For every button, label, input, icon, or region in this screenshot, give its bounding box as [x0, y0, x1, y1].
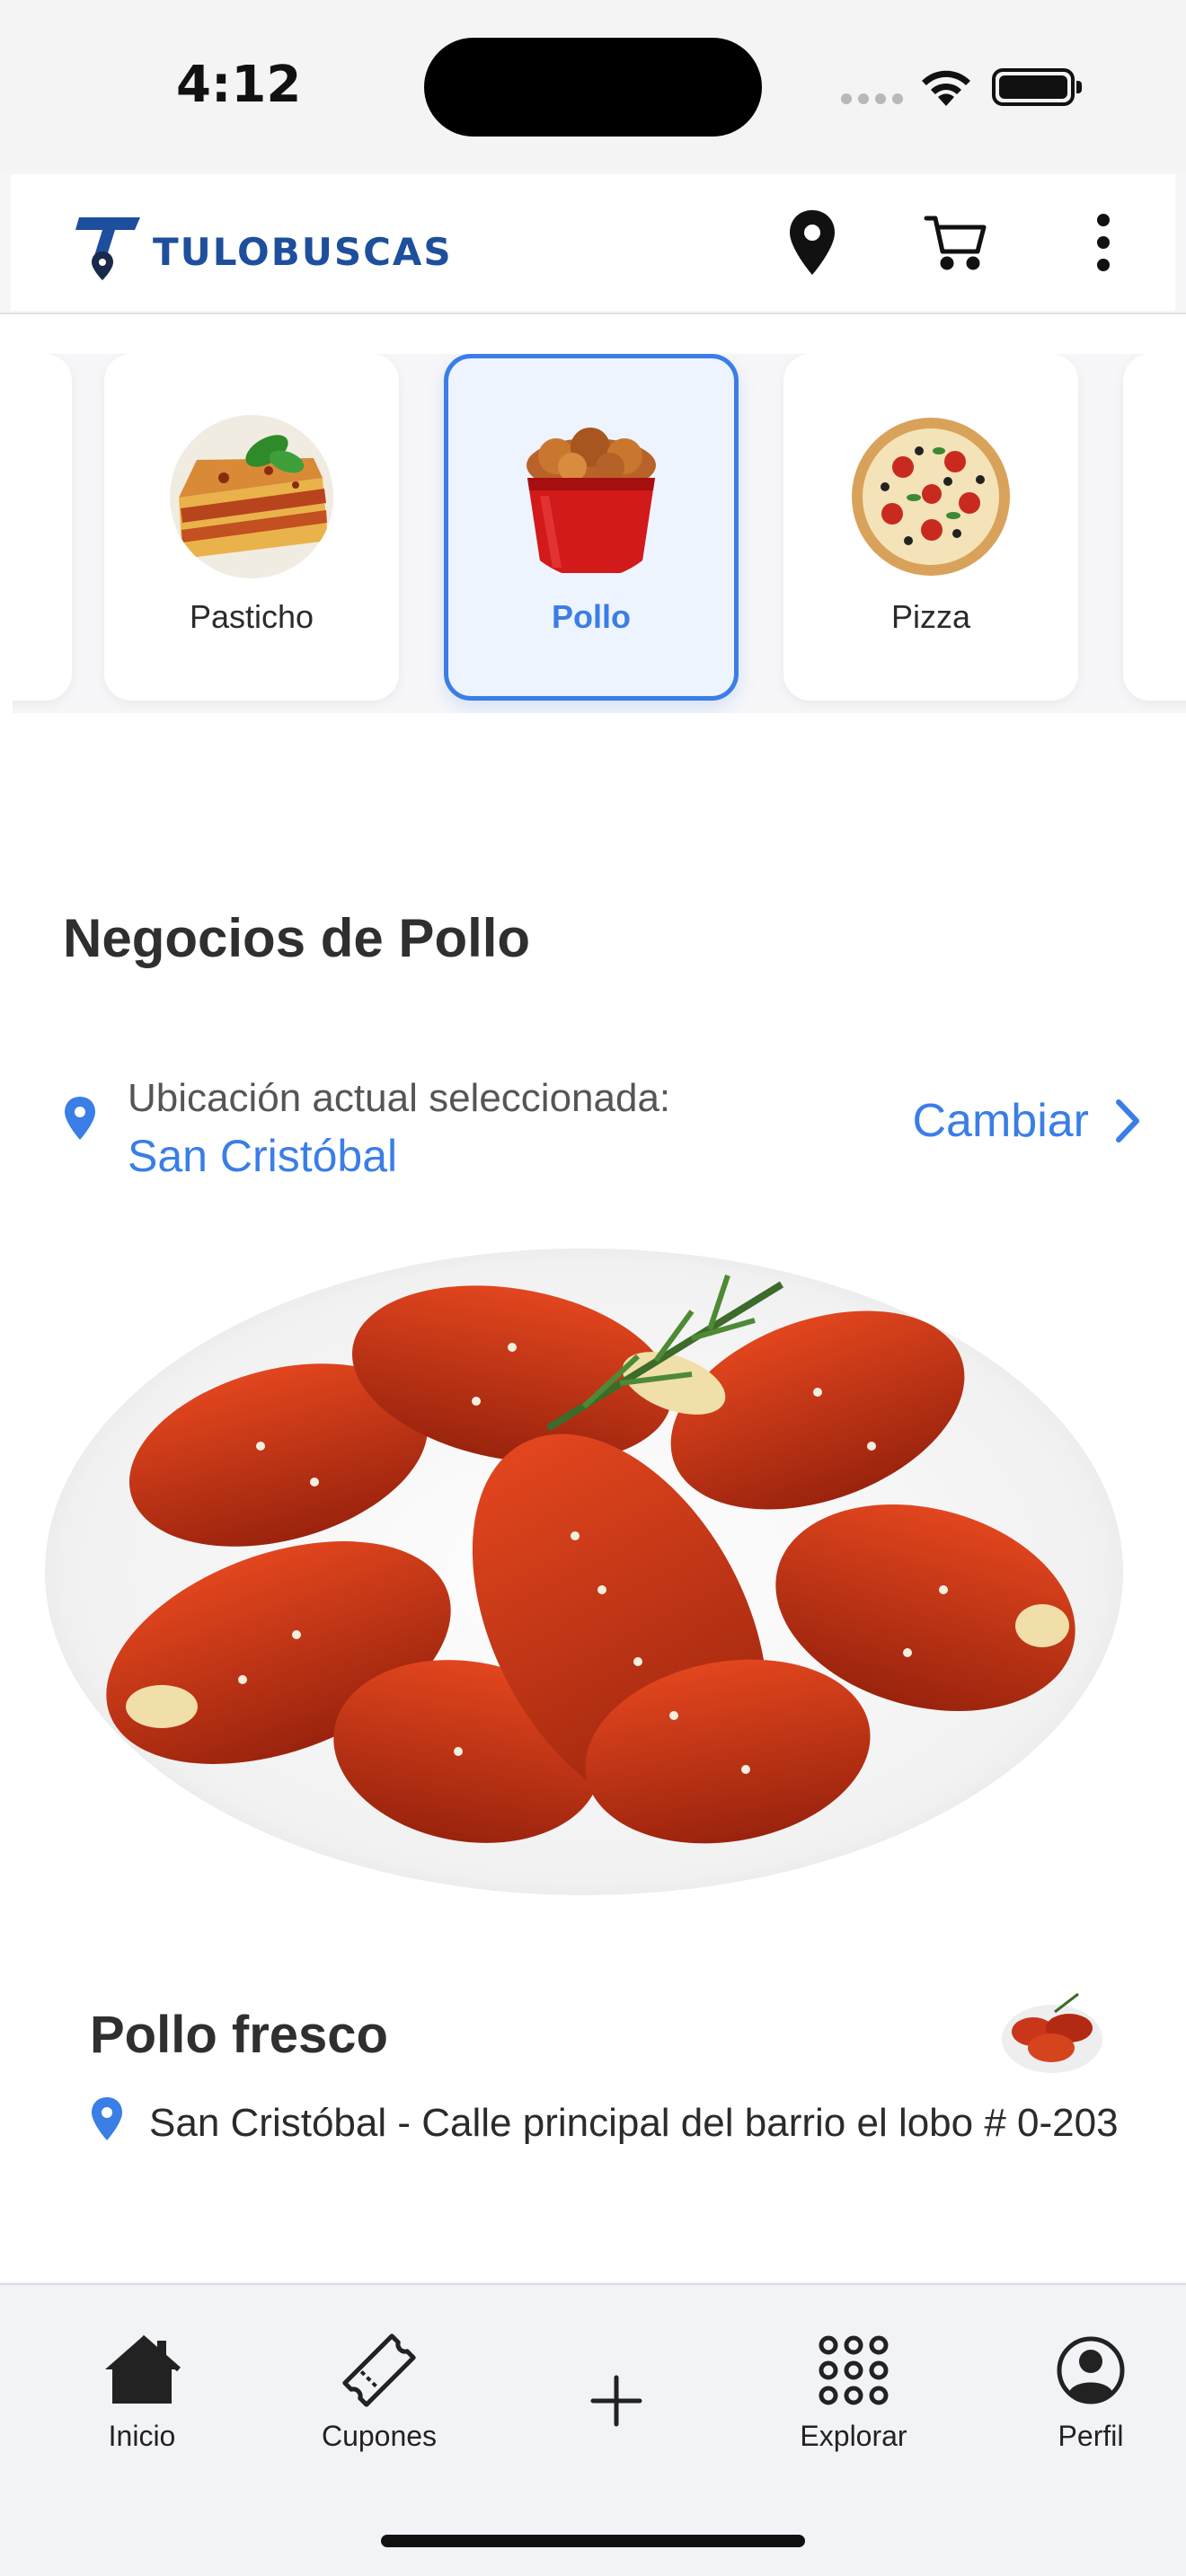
location-value: San Cristóbal [128, 1131, 398, 1181]
business-address: San Cristóbal - Calle principal del barr… [90, 2096, 1132, 2150]
location-pin-icon[interactable] [776, 207, 848, 278]
logo-mark-icon [75, 217, 140, 280]
pollo-bucket-image [509, 415, 673, 578]
wifi-icon [922, 70, 970, 106]
ticket-icon [339, 2330, 420, 2411]
tab-cupones[interactable]: Cupones [289, 2330, 469, 2453]
business-name: Pollo fresco [90, 2006, 388, 2064]
category-card-partial-right[interactable] [1123, 354, 1186, 701]
pasticho-image [170, 415, 333, 578]
location-pin-icon [92, 2097, 122, 2140]
pizza-image [849, 415, 1013, 578]
status-bar: 4:12 [0, 0, 1186, 171]
chevron-right-icon [1116, 1099, 1139, 1142]
business-card[interactable]: Pollo fresco San Cristóbal - Calle princ… [36, 1248, 1150, 2183]
home-indicator[interactable] [381, 2535, 805, 2547]
plus-icon [576, 2360, 657, 2441]
user-circle-icon [1050, 2330, 1131, 2411]
category-label: Pasticho [189, 598, 314, 635]
tab-label: Inicio [108, 2420, 176, 2452]
category-card-pollo[interactable]: Pollo [444, 354, 739, 701]
tab-label: Explorar [800, 2420, 907, 2452]
tab-label: Cupones [321, 2420, 438, 2452]
change-location-label: Cambiar [912, 1095, 1090, 1147]
bottom-tab-bar: Inicio Cupones Explorar Perfil [0, 2283, 1186, 2576]
category-label: Pollo [552, 598, 631, 635]
main-content: Pasticho Pollo Pizza Negocios de Pollo U… [0, 314, 1186, 2281]
logo-text: TULOBUSCAS [153, 229, 453, 274]
change-location-button[interactable]: Cambiar [913, 1094, 1142, 1148]
more-vertical-icon[interactable] [1067, 207, 1139, 278]
tab-label: Perfil [1058, 2420, 1124, 2452]
dynamic-island [424, 38, 762, 137]
signal-icon [841, 93, 903, 104]
home-icon [102, 2330, 182, 2411]
section-title: Negocios de Pollo [63, 908, 531, 968]
category-card-pasticho[interactable]: Pasticho [104, 354, 399, 701]
business-avatar [999, 1976, 1105, 2082]
cart-icon[interactable] [920, 207, 992, 278]
category-card-partial-left[interactable] [13, 354, 72, 701]
location-selector: Ubicación actual seleccionada: San Crist… [63, 1069, 1141, 1186]
tab-perfil[interactable]: Perfil [1001, 2330, 1181, 2453]
category-label: Pizza [890, 598, 971, 635]
tab-inicio[interactable]: Inicio [52, 2330, 232, 2453]
status-time: 4:12 [176, 56, 302, 114]
location-label: Ubicación actual seleccionada: [128, 1076, 671, 1120]
location-pin-icon [65, 1097, 95, 1140]
category-carousel[interactable]: Pasticho Pollo Pizza [13, 354, 1186, 713]
tab-explorar[interactable]: Explorar [764, 2330, 943, 2453]
grid-dots-icon [813, 2330, 894, 2411]
tab-add[interactable] [527, 2330, 706, 2450]
category-card-pizza[interactable]: Pizza [783, 354, 1078, 701]
business-cover-image [45, 1248, 1123, 1895]
brand-logo[interactable]: TULOBUSCAS [75, 212, 453, 284]
business-address-text: San Cristóbal - Calle principal del barr… [149, 2101, 1119, 2145]
app-header: TULOBUSCAS [11, 174, 1175, 311]
battery-icon [992, 68, 1082, 106]
